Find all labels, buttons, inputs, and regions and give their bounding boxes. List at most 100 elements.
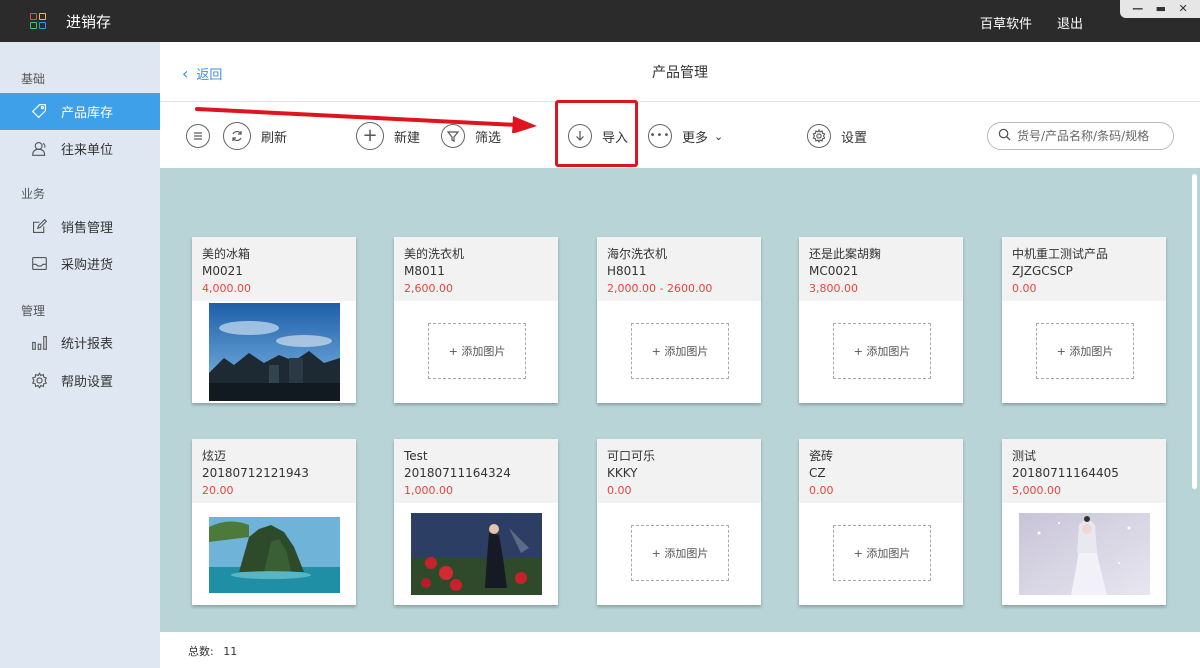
add-image-button[interactable]: + 添加图片 <box>631 323 729 379</box>
window-controls: — ▬ ✕ <box>1120 0 1200 18</box>
island-photo <box>209 517 340 593</box>
settings-button[interactable]: 设置 <box>807 123 867 149</box>
product-card[interactable]: 测试 20180711164405 5,000.00 <box>1002 439 1166 605</box>
product-name: 还是此案胡麴 <box>809 247 882 261</box>
product-card[interactable]: 可口可乐 KKKY 0.00 + 添加图片 <box>597 439 761 605</box>
product-card[interactable]: 炫迈 20180712121943 20.00 <box>192 439 356 605</box>
add-image-button[interactable]: + 添加图片 <box>833 323 931 379</box>
product-code: ZJZGCSCP <box>1012 264 1073 278</box>
close-button[interactable]: ✕ <box>1179 0 1188 18</box>
refresh-label: 刷新 <box>261 130 288 146</box>
product-price: 1,000.00 <box>404 484 453 497</box>
sidebar-item-label: 产品库存 <box>61 106 114 121</box>
page-title: 产品管理 <box>652 65 708 81</box>
settings-label: 设置 <box>841 130 868 146</box>
total-label: 总数: <box>188 645 214 658</box>
chevron-down-icon: ⌄ <box>714 129 724 143</box>
sidebar-item-label: 销售管理 <box>61 221 114 236</box>
product-name: 美的洗衣机 <box>404 247 465 261</box>
refresh-icon <box>223 122 251 150</box>
toolbar: 刷新 + 新建 筛选 导入 ••• 更多 ⌄ 设置 <box>160 103 1200 168</box>
product-code: 20180712121943 <box>202 466 309 480</box>
product-code: H8011 <box>607 264 647 278</box>
total-value: 11 <box>223 645 238 658</box>
filter-button[interactable]: 筛选 <box>441 123 501 149</box>
product-card[interactable]: Test 20180711164324 1,000.00 <box>394 439 558 605</box>
footer: 总数: 11 <box>160 632 1200 668</box>
add-image-button[interactable]: + 添加图片 <box>428 323 526 379</box>
product-price: 20.00 <box>202 484 234 497</box>
product-price: 0.00 <box>607 484 632 497</box>
product-code: CZ <box>809 466 826 480</box>
add-image-button[interactable]: + 添加图片 <box>833 525 931 581</box>
sidebar-item-purchase[interactable]: 采购进货 <box>0 245 160 282</box>
product-card[interactable]: 海尔洗衣机 H8011 2,000.00 - 2600.00 + 添加图片 <box>597 237 761 403</box>
sidebar-section-management: 管理 <box>21 304 46 318</box>
sidebar-item-sales[interactable]: 销售管理 <box>0 208 160 245</box>
product-card[interactable]: 中机重工测试产品 ZJZGCSCP 0.00 + 添加图片 <box>1002 237 1166 403</box>
contacts-icon <box>30 140 48 158</box>
tag-icon <box>30 103 48 121</box>
product-name: 海尔洗衣机 <box>607 247 668 261</box>
sky-city-photo <box>209 303 340 401</box>
product-code: M0021 <box>202 264 243 278</box>
product-card[interactable]: 还是此案胡麴 MC0021 3,800.00 + 添加图片 <box>799 237 963 403</box>
more-label: 更多 <box>682 130 709 146</box>
filter-label: 筛选 <box>475 130 502 146</box>
product-price: 3,800.00 <box>809 282 858 295</box>
more-dots-icon: ••• <box>648 124 672 148</box>
sidebar-item-label: 统计报表 <box>61 337 114 352</box>
sidebar-item-contacts[interactable]: 往来单位 <box>0 130 160 167</box>
new-button[interactable]: + 新建 <box>356 122 421 150</box>
menu-button[interactable] <box>186 123 220 149</box>
product-name: 瓷砖 <box>809 449 834 463</box>
sidebar-item-label: 帮助设置 <box>61 375 114 390</box>
product-price: 2,000.00 - 2600.00 <box>607 282 713 295</box>
new-label: 新建 <box>394 130 421 146</box>
search-input[interactable] <box>1017 129 1167 143</box>
product-price: 0.00 <box>1012 282 1037 295</box>
product-name: 测试 <box>1012 449 1037 463</box>
company-link[interactable]: 百草软件 <box>980 13 1032 32</box>
product-price: 5,000.00 <box>1012 484 1061 497</box>
sidebar-item-product-inventory[interactable]: 产品库存 <box>0 93 160 130</box>
sidebar-section-business: 业务 <box>21 187 46 201</box>
product-name: 炫迈 <box>202 449 227 463</box>
inbox-icon <box>30 255 48 273</box>
sidebar: 基础 产品库存 往来单位 业务 销售管理 采购进货 管理 统计报表 帮助设置 <box>0 42 160 668</box>
maximize-button[interactable]: ▬ <box>1156 0 1166 18</box>
import-button[interactable]: 导入 <box>568 123 628 149</box>
sidebar-item-label: 往来单位 <box>61 143 114 158</box>
snow-character-photo <box>1019 513 1150 595</box>
sidebar-item-label: 采购进货 <box>61 258 114 273</box>
product-card[interactable]: 瓷砖 CZ 0.00 + 添加图片 <box>799 439 963 605</box>
refresh-button[interactable]: 刷新 <box>223 122 288 150</box>
title-bar: 进销存 百草软件 退出 — ▬ ✕ <box>0 0 1200 42</box>
download-arrow-icon <box>568 124 592 148</box>
more-button[interactable]: ••• 更多 ⌄ <box>648 123 723 149</box>
minimize-button[interactable]: — <box>1132 0 1143 18</box>
product-name: 中机重工测试产品 <box>1012 247 1109 261</box>
product-name: Test <box>404 449 428 463</box>
add-image-button[interactable]: + 添加图片 <box>631 525 729 581</box>
product-name: 美的冰箱 <box>202 247 251 261</box>
filter-icon <box>441 124 465 148</box>
add-image-button[interactable]: + 添加图片 <box>1036 323 1134 379</box>
game-character-photo <box>411 513 542 595</box>
sidebar-item-help-settings[interactable]: 帮助设置 <box>0 362 160 399</box>
scrollbar[interactable] <box>1192 174 1197 489</box>
search-icon <box>998 128 1011 145</box>
page-header: ‹ 返回 产品管理 <box>160 42 1200 102</box>
bar-chart-icon <box>30 334 48 352</box>
product-price: 4,000.00 <box>202 282 251 295</box>
menu-icon <box>186 124 210 148</box>
product-card[interactable]: 美的洗衣机 M8011 2,600.00 + 添加图片 <box>394 237 558 403</box>
product-code: 20180711164405 <box>1012 466 1119 480</box>
product-price: 2,600.00 <box>404 282 453 295</box>
product-card[interactable]: 美的冰箱 M0021 4,000.00 <box>192 237 356 403</box>
gear-icon <box>807 124 831 148</box>
logout-link[interactable]: 退出 <box>1057 13 1083 32</box>
sidebar-item-reports[interactable]: 统计报表 <box>0 324 160 361</box>
product-grid: 美的冰箱 M0021 4,000.00 美的洗衣机 M8011 2,600.00… <box>160 168 1200 632</box>
gear-icon <box>30 372 48 390</box>
